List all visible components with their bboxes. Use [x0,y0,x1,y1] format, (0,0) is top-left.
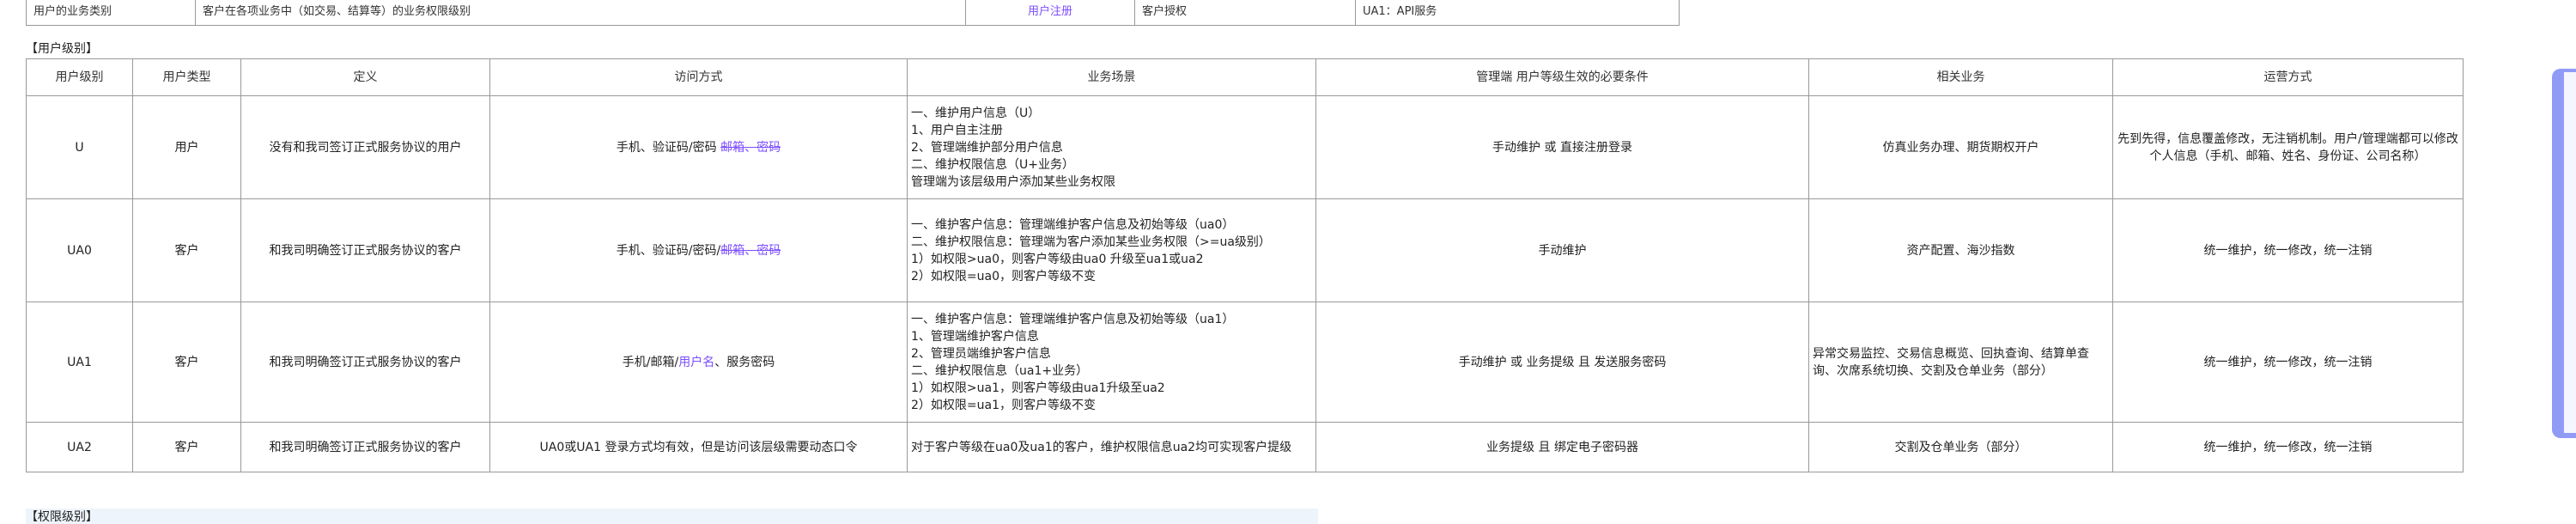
scenario-line: 1）如权限>ua1，则客户等级由ua1升级至ua2 [911,381,1165,395]
side-floating-panel-inner [2564,72,2576,433]
cell-scenario: 一、维护客户信息：管理端维护客户信息及初始等级（ua0） 二、维护权限信息：管理… [907,198,1316,302]
cell-scenario: 对于客户等级在ua0及ua1的客户，维护权限信息ua2均可实现客户提级 [907,422,1316,472]
cell-level: UA2 [26,422,133,472]
table-header-row: 用户级别 用户类型 定义 访问方式 业务场景 管理端 用户等级生效的必要条件 相… [26,58,2464,96]
scenario-line: 2、管理端维护部分用户信息 [911,140,1063,155]
cell-type: 客户 [132,302,241,423]
access-text: 手机/邮箱/ [622,355,679,369]
cell-condition: 手动维护 或 业务提级 且 发送服务密码 [1315,302,1809,423]
top-cell-link[interactable]: 用户注册 [965,0,1135,26]
section-label-user-level: 【用户级别】 [26,42,98,56]
top-cell-4: 客户授权 [1134,0,1356,26]
cell-access: 手机/邮箱/用户名、服务密码 [489,302,908,423]
cell-related: 交割及仓单业务（部分） [1808,422,2113,472]
cell-operation: 统一维护，统一修改，统一注销 [2112,198,2464,302]
cell-operation: 统一维护，统一修改，统一注销 [2112,302,2464,423]
scenario-line: 1）如权限>ua0，则客户等级由ua0 升级至ua1或ua2 [911,252,1204,266]
top-partial-table: 用户的业务类别 客户在各项业务中（如交易、结算等）的业务权限级别 用户注册 客户… [26,0,1680,26]
cell-scenario: 一、维护用户信息（U） 1、用户自主注册 2、管理端维护部分用户信息 二、维护权… [907,95,1316,199]
scenario-line: 一、维护用户信息（U） [911,106,1041,120]
table-row: UA1 客户 和我司明确签订正式服务协议的客户 手机/邮箱/用户名、服务密码 一… [26,302,2464,423]
header-user-level: 用户级别 [26,58,133,96]
cell-operation: 先到先得，信息覆盖修改，无注销机制。用户/管理端都可以修改个人信息（手机、邮箱、… [2112,95,2464,199]
scenario-line: 二、维护权限信息（ua1+业务） [911,363,1089,378]
scenario-line: 一、维护客户信息：管理端维护客户信息及初始等级（ua1） [911,312,1235,326]
scenario-line: 1、用户自主注册 [911,123,1003,137]
cell-level: UA1 [26,302,133,423]
cell-type: 客户 [132,198,241,302]
scenario-line: 二、维护权限信息：管理端为客户添加某些业务权限（>=ua级别） [911,235,1271,249]
table-row: UA2 客户 和我司明确签订正式服务协议的客户 UA0或UA1 登录方式均有效，… [26,422,2464,472]
cell-condition: 手动维护 [1315,198,1809,302]
header-effective-condition: 管理端 用户等级生效的必要条件 [1315,58,1809,96]
scenario-line: 1、管理端维护客户信息 [911,329,1039,344]
top-cell-5: UA1：API服务 [1355,0,1680,26]
scenario-line: 对于客户等级在ua0及ua1的客户，维护权限信息ua2均可实现客户提级 [911,440,1292,454]
cell-definition: 没有和我司签订正式服务协议的用户 [240,95,490,199]
header-operation-mode: 运营方式 [2112,58,2464,96]
permission-section-band [26,509,1318,524]
table-row: U 用户 没有和我司签订正式服务协议的用户 手机、验证码/密码 邮箱、密码 一、… [26,95,2464,199]
cell-access: 手机、验证码/密码/邮箱、密码 [489,198,908,302]
cell-related: 资产配置、海沙指数 [1808,198,2113,302]
cell-access: 手机、验证码/密码 邮箱、密码 [489,95,908,199]
top-cell-1: 用户的业务类别 [26,0,196,26]
cell-scenario: 一、维护客户信息：管理端维护客户信息及初始等级（ua1） 1、管理端维护客户信息… [907,302,1316,423]
header-related-business: 相关业务 [1808,58,2113,96]
section-label-permission-level: 【权限级别】 [26,510,98,524]
scenario-line: 管理端为该层级用户添加某些业务权限 [911,174,1115,189]
access-text-tail: 、服务密码 [714,355,775,369]
scenario-line: 一、维护客户信息：管理端维护客户信息及初始等级（ua0） [911,217,1235,232]
cell-related: 异常交易监控、交易信息概览、回执查询、结算单查询、次席系统切换、交割及仓单业务（… [1808,302,2113,423]
access-text: 手机、验证码/密码 [616,140,721,155]
cell-related: 仿真业务办理、期货期权开户 [1808,95,2113,199]
header-user-type: 用户类型 [132,58,241,96]
cell-level: UA0 [26,198,133,302]
scenario-line: 2）如权限=ua1，则客户等级不变 [911,398,1096,412]
cell-type: 客户 [132,422,241,472]
scenario-line: 2）如权限=ua0，则客户等级不变 [911,269,1096,283]
cell-level: U [26,95,133,199]
header-access-method: 访问方式 [489,58,908,96]
scenario-line: 二、维护权限信息（U+业务） [911,157,1074,172]
access-username-link[interactable]: 用户名 [678,356,714,369]
access-strike-link[interactable]: 邮箱、密码 [720,244,781,258]
table-row: 用户的业务类别 客户在各项业务中（如交易、结算等）的业务权限级别 用户注册 客户… [26,0,1680,26]
cell-definition: 和我司明确签订正式服务协议的客户 [240,198,490,302]
header-business-scenario: 业务场景 [907,58,1316,96]
top-cell-2: 客户在各项业务中（如交易、结算等）的业务权限级别 [195,0,966,26]
user-level-table: 用户级别 用户类型 定义 访问方式 业务场景 管理端 用户等级生效的必要条件 相… [26,58,2464,472]
header-definition: 定义 [240,58,490,96]
cell-type: 用户 [132,95,241,199]
cell-condition: 手动维护 或 直接注册登录 [1315,95,1809,199]
cell-access: UA0或UA1 登录方式均有效，但是访问该层级需要动态口令 [489,422,908,472]
cell-definition: 和我司明确签订正式服务协议的客户 [240,302,490,423]
table-row: UA0 客户 和我司明确签订正式服务协议的客户 手机、验证码/密码/邮箱、密码 … [26,198,2464,302]
cell-operation: 统一维护，统一修改，统一注销 [2112,422,2464,472]
access-text: 手机、验证码/密码/ [616,243,721,258]
scenario-line: 2、管理员端维护客户信息 [911,346,1051,361]
page: 用户的业务类别 客户在各项业务中（如交易、结算等）的业务权限级别 用户注册 客户… [0,0,2576,524]
cell-condition: 业务提级 且 绑定电子密码器 [1315,422,1809,472]
access-strike-link[interactable]: 邮箱、密码 [720,141,781,155]
cell-definition: 和我司明确签订正式服务协议的客户 [240,422,490,472]
